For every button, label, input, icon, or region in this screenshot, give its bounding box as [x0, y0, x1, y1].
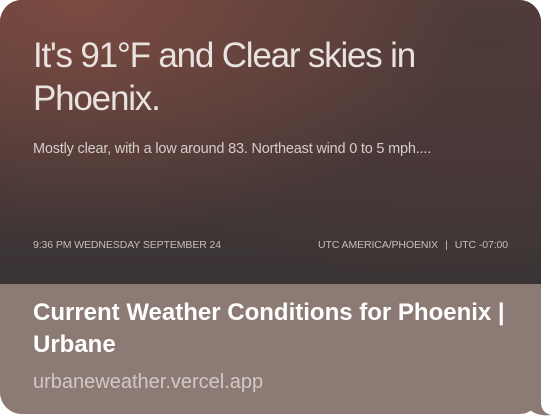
utc-offset-label: UTC -07:00: [454, 239, 508, 251]
link-info[interactable]: Current Weather Conditions for Phoenix |…: [0, 284, 541, 414]
weather-headline: It's 91°F and Clear skies in Phoenix.: [33, 36, 416, 118]
link-domain[interactable]: urbaneweather.vercel.app: [33, 370, 263, 394]
timezone-separator: |: [445, 239, 448, 251]
weather-description: Mostly clear, with a low around 83. Nort…: [33, 141, 432, 157]
weather-timezone-info: UTC AMERICA/PHOENIX | UTC -07:00: [318, 238, 508, 252]
timezone-label: UTC AMERICA/PHOENIX: [318, 239, 439, 251]
link-preview-bubble[interactable]: It's 91°F and Clear skies in Phoenix. Mo…: [0, 0, 541, 414]
link-title[interactable]: Current Weather Conditions for Phoenix |…: [33, 297, 513, 361]
preview-image[interactable]: It's 91°F and Clear skies in Phoenix. Mo…: [0, 0, 541, 284]
weather-timestamp: 9:36 PM WEDNESDAY SEPTEMBER 24: [33, 239, 222, 251]
